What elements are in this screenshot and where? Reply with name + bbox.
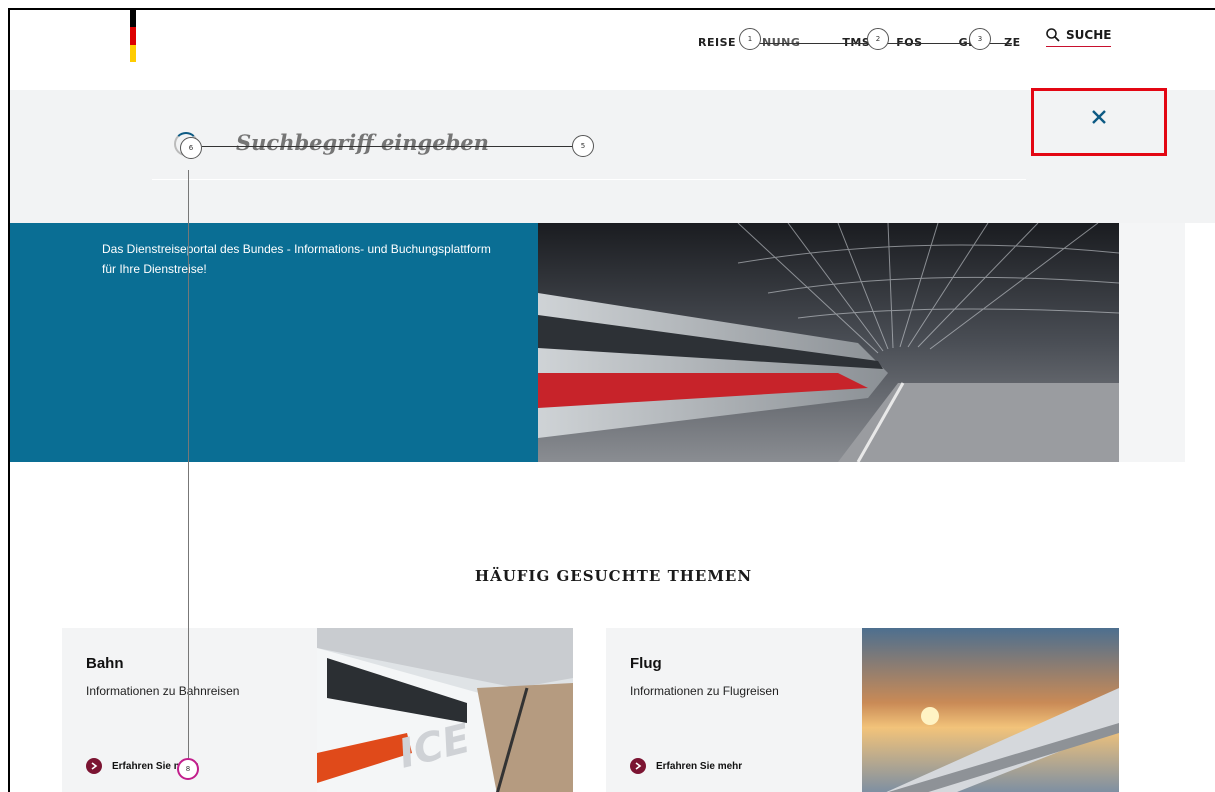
card-image-ice-train: ICE xyxy=(317,628,573,792)
nav-item-gesetze-end[interactable]: ZE xyxy=(1004,36,1021,49)
marker-2: 2 xyxy=(867,28,889,50)
hero-text-panel: Das Dienstreiseportal des Bundes - Infor… xyxy=(10,223,538,462)
highlight-annotation-box xyxy=(1031,88,1167,156)
search-icon xyxy=(1046,28,1060,42)
card-title: Flug xyxy=(630,655,662,672)
nav-item-fragment[interactable]: NUNG xyxy=(762,36,800,49)
federal-logo[interactable] xyxy=(130,10,136,62)
nav-item-reiseplanung[interactable]: REISE xyxy=(698,36,736,49)
topic-card-flug[interactable]: Flug Informationen zu Flugreisen Erfahre… xyxy=(606,628,862,792)
chevron-right-icon xyxy=(86,758,102,774)
card-title: Bahn xyxy=(86,655,124,672)
site-header: REISE NUNG TMS FOS GE ZE SUCHE 1 2 3 xyxy=(10,10,1215,90)
browser-viewport: REISE NUNG TMS FOS GE ZE SUCHE 1 2 3 5 6 xyxy=(8,8,1215,792)
hero-side-panel xyxy=(1119,223,1185,462)
marker-connector xyxy=(188,170,189,770)
marker-connector xyxy=(202,146,582,147)
hero-text: Das Dienstreiseportal des Bundes - Infor… xyxy=(102,242,491,276)
search-nav-button[interactable]: SUCHE xyxy=(1046,28,1112,47)
marker-1: 1 xyxy=(739,28,761,50)
hero-banner: Das Dienstreiseportal des Bundes - Infor… xyxy=(10,223,1119,462)
card-image-airplane-wing xyxy=(862,628,1119,792)
card-link-label: Erfahren Sie mehr xyxy=(656,760,743,772)
card-description: Informationen zu Bahnreisen xyxy=(86,684,240,698)
chevron-right-icon xyxy=(630,758,646,774)
marker-8: 8 xyxy=(177,758,199,780)
card-link[interactable]: Erfahren Sie mehr xyxy=(630,758,742,774)
marker-3: 3 xyxy=(969,28,991,50)
search-nav-label: SUCHE xyxy=(1066,28,1112,42)
marker-5: 5 xyxy=(572,135,594,157)
search-input[interactable] xyxy=(236,130,566,155)
card-description: Informationen zu Flugreisen xyxy=(630,684,779,698)
nav-item-infos[interactable]: FOS xyxy=(896,36,922,49)
marker-6: 6 xyxy=(180,137,202,159)
section-title: HÄUFIG GESUCHTE THEMEN xyxy=(474,567,753,585)
hero-train-image xyxy=(538,223,1119,462)
